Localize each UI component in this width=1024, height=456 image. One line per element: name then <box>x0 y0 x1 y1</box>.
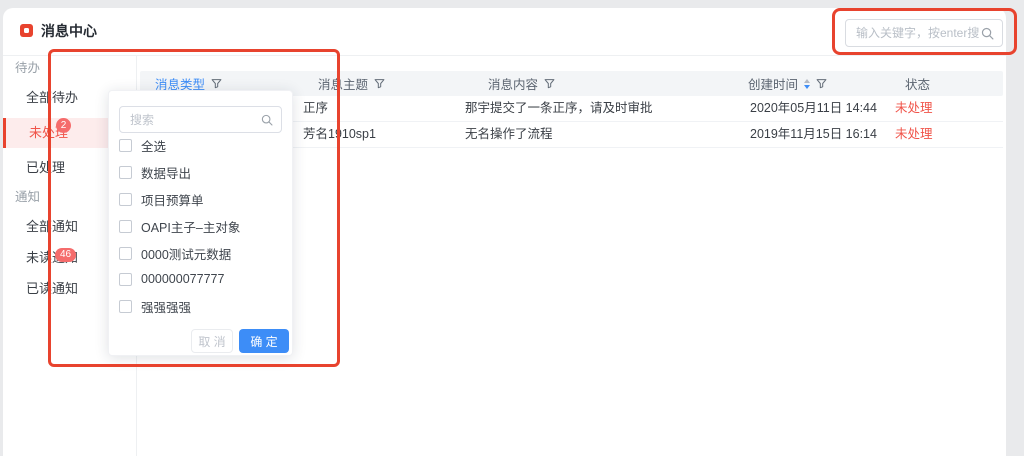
filter-icon[interactable] <box>211 78 222 89</box>
option-data-export[interactable]: 数据导出 <box>119 163 191 181</box>
filter-icon[interactable] <box>816 78 827 89</box>
cell-subject: 芳名1910sp1 <box>303 122 376 147</box>
sort-icon[interactable] <box>804 79 810 89</box>
option-test-metadata[interactable]: 0000测试元数据 <box>119 244 231 262</box>
sidebar-item-all-todo[interactable]: 全部待办 <box>26 89 78 107</box>
cell-content: 那宇提交了一条正序，请及时审批 <box>465 96 653 121</box>
page-title: 消息中心 <box>41 23 97 39</box>
message-center-page: 消息中心 待办 全部待办 未处理 2 已处理 通知 全部通知 未读通知 46 已… <box>0 0 1024 456</box>
checkbox-icon[interactable] <box>119 139 132 152</box>
column-header-created: 创建时间 <box>748 71 827 96</box>
global-search-box <box>845 19 1003 47</box>
checkbox-icon[interactable] <box>119 220 132 233</box>
unprocessed-count-badge: 2 <box>56 118 71 133</box>
message-center-icon <box>20 24 33 37</box>
filter-icon[interactable] <box>544 78 555 89</box>
cell-content: 无名操作了流程 <box>465 122 553 147</box>
filter-popup: 全选 数据导出 项目预算单 OAPI主子–主对象 0000测试元数据 00000… <box>108 90 293 356</box>
popup-search-input[interactable] <box>128 112 261 128</box>
option-oapi-object[interactable]: OAPI主子–主对象 <box>119 217 240 235</box>
status-badge: 未处理 <box>895 96 933 121</box>
option-000000077777[interactable]: 000000077777 <box>119 270 224 288</box>
cell-subject: 正序 <box>303 96 328 121</box>
checkbox-icon[interactable] <box>119 300 132 313</box>
sidebar-item-processed[interactable]: 已处理 <box>26 159 65 177</box>
sidebar-group-notice: 通知 <box>15 190 40 204</box>
column-header-content: 消息内容 <box>488 71 555 96</box>
confirm-button[interactable]: 确 定 <box>239 329 289 353</box>
sidebar-item-read-notice[interactable]: 已读通知 <box>26 280 78 298</box>
option-project-budget[interactable]: 项目预算单 <box>119 190 204 208</box>
checkbox-icon[interactable] <box>119 193 132 206</box>
checkbox-icon[interactable] <box>119 273 132 286</box>
search-icon[interactable] <box>981 27 994 40</box>
column-header-status: 状态 <box>905 71 930 96</box>
cell-created: 2020年05月11日 14:44 <box>750 96 877 121</box>
column-header-subject: 消息主题 <box>318 71 385 96</box>
popup-search-box <box>119 106 282 133</box>
sidebar-group-todo: 待办 <box>15 61 40 75</box>
header-divider <box>3 55 1006 56</box>
option-select-all[interactable]: 全选 <box>119 136 166 154</box>
sidebar-item-all-notice[interactable]: 全部通知 <box>26 218 78 236</box>
global-search-input[interactable] <box>854 25 981 41</box>
cell-created: 2019年11月15日 16:14 <box>750 122 877 147</box>
unread-count-badge: 46 <box>55 248 76 262</box>
checkbox-icon[interactable] <box>119 247 132 260</box>
checkbox-icon[interactable] <box>119 166 132 179</box>
cancel-button[interactable]: 取 消 <box>191 329 233 353</box>
search-icon[interactable] <box>261 114 273 126</box>
option-qiangqiang[interactable]: 强强强强 <box>119 297 191 315</box>
status-badge: 未处理 <box>895 122 933 147</box>
filter-icon[interactable] <box>374 78 385 89</box>
